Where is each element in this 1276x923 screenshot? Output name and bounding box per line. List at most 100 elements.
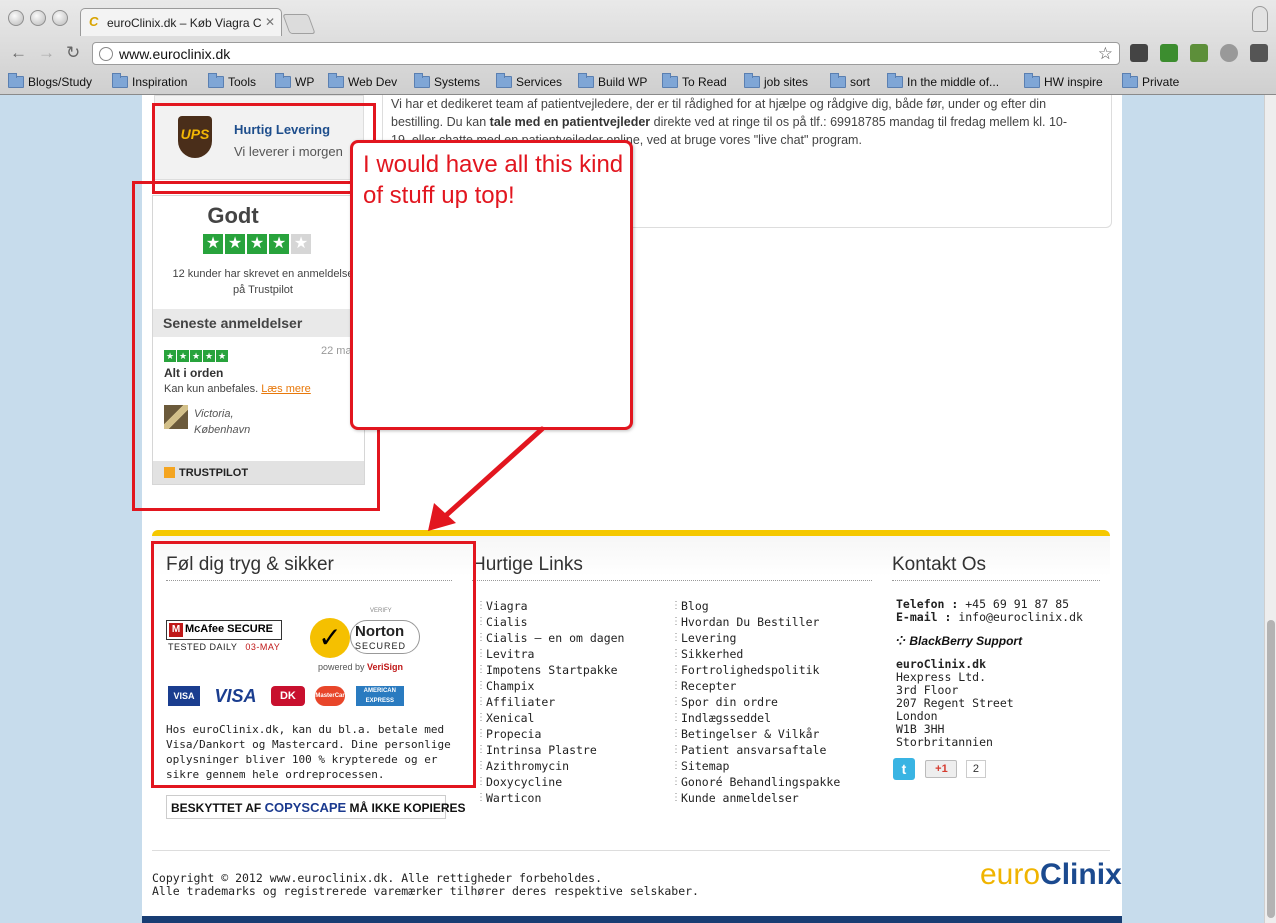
address-bar[interactable]: www.euroclinix.dk ☆	[92, 42, 1120, 65]
bookmark-folder[interactable]: Systems	[414, 73, 480, 89]
bookmark-label: In the middle of...	[907, 75, 1000, 89]
bookmark-folder[interactable]: In the middle of...	[887, 73, 1000, 89]
bookmark-star-icon[interactable]: ☆	[1098, 44, 1113, 64]
bookmark-folder[interactable]: HW inspire	[1024, 73, 1103, 89]
google-plus-count: 2	[965, 760, 987, 778]
extension-icon[interactable]	[1160, 44, 1178, 62]
info-text: bestilling. Du kan tale med en patientve…	[391, 115, 1068, 129]
new-tab-button[interactable]	[282, 14, 316, 34]
footer-link[interactable]: Warticon	[474, 790, 624, 806]
bookmark-folder[interactable]: Tools	[208, 73, 256, 89]
close-window-button[interactable]	[8, 10, 24, 26]
footer-link[interactable]: Propecia	[474, 726, 624, 742]
footer-link[interactable]: Doxycycline	[474, 774, 624, 790]
contact-details: Telefon : +45 69 91 87 85 E-mail : info@…	[896, 597, 1083, 624]
footer-link[interactable]: Champix	[474, 678, 624, 694]
footer-link[interactable]: Recepter	[669, 678, 840, 694]
info-text: Vi har et dedikeret team af patientvejle…	[391, 97, 1047, 111]
twitter-icon[interactable]: t	[893, 758, 915, 780]
bookmark-folder[interactable]: sort	[830, 73, 871, 89]
bookmark-label: Build WP	[598, 75, 648, 89]
profile-icon[interactable]	[1252, 6, 1268, 32]
footer-link[interactable]: Cialis	[474, 614, 624, 630]
vertical-scrollbar[interactable]	[1264, 95, 1276, 923]
footer-link[interactable]: Sitemap	[669, 758, 840, 774]
quick-links-column: BlogHvordan Du BestillerLeveringSikkerhe…	[669, 598, 840, 806]
phone-number[interactable]: +45 69 91 87 85	[958, 597, 1069, 611]
folder-icon	[8, 73, 24, 88]
footer-link[interactable]: Affiliater	[474, 694, 624, 710]
bookmark-folder[interactable]: Web Dev	[328, 73, 397, 89]
footer-link[interactable]: Levitra	[474, 646, 624, 662]
folder-icon	[830, 73, 846, 88]
euroclinix-logo[interactable]: euroClinix	[980, 858, 1122, 892]
email-address[interactable]: info@euroclinix.dk	[951, 610, 1083, 624]
bookmark-folder[interactable]: To Read	[662, 73, 727, 89]
quick-links-column: ViagraCialisCialis – en om dagenLevitraI…	[474, 598, 624, 806]
folder-icon	[275, 73, 291, 88]
bookmark-folder[interactable]: Private	[1122, 73, 1180, 89]
bookmark-label: WP	[295, 75, 315, 89]
zoom-window-button[interactable]	[52, 10, 68, 26]
google-plus-button[interactable]: +1	[925, 760, 958, 778]
back-icon[interactable]: ←	[10, 44, 27, 62]
copyscape-badge[interactable]: BESKYTTET AF COPYSCAPE MÅ IKKE KOPIERES	[166, 795, 466, 819]
folder-icon	[112, 73, 128, 88]
footer-link[interactable]: Fortrolighedspolitik	[669, 662, 840, 678]
bookmark-label: job sites	[764, 75, 809, 89]
close-tab-icon[interactable]: ✕	[265, 15, 275, 29]
bookmark-label: sort	[850, 75, 871, 89]
url-text: www.euroclinix.dk	[119, 46, 231, 62]
evernote-icon[interactable]	[1190, 44, 1208, 62]
contact-title: Kontakt Os	[892, 554, 1100, 581]
footer-link[interactable]: Patient ansvarsaftale	[669, 742, 840, 758]
folder-icon	[496, 73, 512, 88]
bookmark-label: Inspiration	[132, 75, 188, 89]
reload-icon[interactable]: ↻	[66, 44, 80, 62]
scrollbar-thumb[interactable]	[1267, 620, 1275, 918]
highlight-trustpilot-box	[132, 181, 380, 511]
footer-link[interactable]: Indlægsseddel	[669, 710, 840, 726]
browser-tab[interactable]: C euroClinix.dk – Køb Viagra C ✕	[80, 8, 282, 36]
footer-link[interactable]: Levering	[669, 630, 840, 646]
page-bottom-bar	[142, 916, 1122, 923]
tab-title: euroClinix.dk – Køb Viagra C	[107, 16, 262, 30]
wrench-icon[interactable]	[1250, 44, 1268, 62]
extension-icon[interactable]	[1130, 44, 1148, 62]
folder-icon	[662, 73, 678, 88]
footer-link[interactable]: Azithromycin	[474, 758, 624, 774]
footer-link[interactable]: Spor din ordre	[669, 694, 840, 710]
footer-divider	[152, 850, 1110, 851]
folder-icon	[887, 73, 903, 88]
footer-link[interactable]: Hvordan Du Bestiller	[669, 614, 840, 630]
links-title: Hurtige Links	[472, 554, 872, 581]
footer-link[interactable]: Impotens Startpakke	[474, 662, 624, 678]
footer-link[interactable]: Betingelser & Vilkår	[669, 726, 840, 742]
bookmark-folder[interactable]: job sites	[744, 73, 809, 89]
bookmark-folder[interactable]: WP	[275, 73, 315, 89]
folder-icon	[1122, 73, 1138, 88]
euroclinix-favicon-icon: C	[89, 14, 99, 29]
footer-link[interactable]: Kunde anmeldelser	[669, 790, 840, 806]
bookmark-folder[interactable]: Build WP	[578, 73, 648, 89]
bookmark-label: HW inspire	[1044, 75, 1103, 89]
blackberry-support[interactable]: ⁘ BlackBerry Support	[896, 634, 1022, 648]
globe-icon	[99, 47, 113, 61]
bookmark-label: Services	[516, 75, 563, 89]
minimize-window-button[interactable]	[30, 10, 46, 26]
highlight-safe-section	[151, 541, 476, 788]
footer-link[interactable]: Intrinsa Plastre	[474, 742, 624, 758]
footer-link[interactable]: Sikkerhed	[669, 646, 840, 662]
footer-link[interactable]: Viagra	[474, 598, 624, 614]
footer-link[interactable]: Blog	[669, 598, 840, 614]
footer-link[interactable]: Gonoré Behandlingspakke	[669, 774, 840, 790]
bookmarks-bar: Blogs/Study Inspiration Tools WP Web Dev…	[0, 72, 1276, 94]
bookmark-folder[interactable]: Blogs/Study	[8, 73, 92, 89]
bookmark-label: Private	[1142, 75, 1180, 89]
footer-link[interactable]: Xenical	[474, 710, 624, 726]
forward-icon[interactable]: →	[38, 44, 55, 62]
bookmark-folder[interactable]: Services	[496, 73, 563, 89]
bookmark-folder[interactable]: Inspiration	[112, 73, 188, 89]
settings-gear-icon[interactable]	[1220, 44, 1238, 62]
footer-link[interactable]: Cialis – en om dagen	[474, 630, 624, 646]
